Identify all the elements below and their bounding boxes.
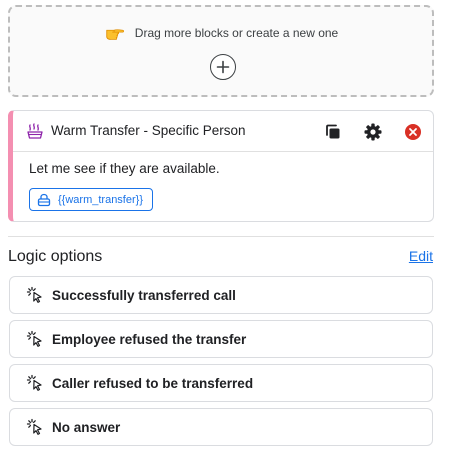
block-message: Let me see if they are available. [29,161,220,176]
logic-options-title: Logic options [8,248,103,265]
edit-logic-link[interactable]: Edit [409,248,433,264]
click-icon [26,286,42,303]
logic-option[interactable]: Caller refused to be transferred [9,364,433,402]
variable-icon [37,193,51,206]
logic-option-label: Successfully transferred call [52,287,236,303]
duplicate-block-button[interactable] [323,122,343,142]
add-block-button[interactable] [210,54,236,80]
logic-option[interactable]: No answer [9,408,433,446]
plus-icon [216,60,230,74]
block-title: Warm Transfer - Specific Person [51,123,246,138]
logic-option[interactable]: Successfully transferred call [9,276,433,314]
copy-icon [326,124,340,139]
click-icon [26,374,42,391]
block-dropzone[interactable]: Drag more blocks or create a new one [8,5,434,97]
click-icon [26,330,42,347]
variable-label: {{warm_transfer}} [58,193,143,206]
warm-transfer-icon [27,123,43,139]
dropzone-text: Drag more blocks or create a new one [134,26,339,40]
click-icon [26,418,42,435]
warm-transfer-block[interactable]: Warm Transfer - Specific Person Let me s… [8,110,434,222]
variable-chip[interactable]: {{warm_transfer}} [29,188,153,211]
delete-block-button[interactable] [403,122,423,142]
section-divider [8,236,434,237]
logic-option-label: No answer [52,419,121,435]
block-header: Warm Transfer - Specific Person [13,111,433,152]
gear-icon [364,123,382,141]
logic-option-label: Caller refused to be transferred [52,375,254,391]
logic-option[interactable]: Employee refused the transfer [9,320,433,358]
logic-option-label: Employee refused the transfer [52,331,247,347]
pointing-hand-icon [106,29,124,40]
dropzone-hint: Drag more blocks or create a new one [10,22,432,44]
block-settings-button[interactable] [363,122,383,142]
close-icon [405,124,421,140]
